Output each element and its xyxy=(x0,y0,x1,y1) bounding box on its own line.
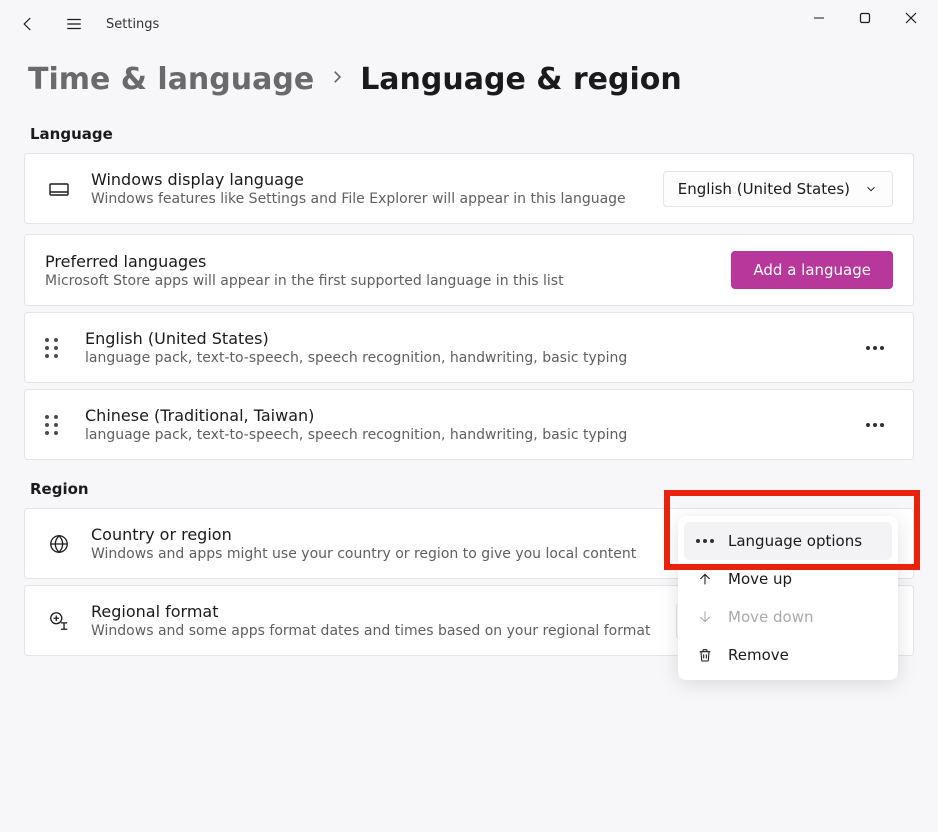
section-label-language: Language xyxy=(0,105,938,153)
display-language-select[interactable]: English (United States) xyxy=(663,171,893,207)
language-item-features: language pack, text-to-speech, speech re… xyxy=(85,427,839,443)
display-language-title: Windows display language xyxy=(91,170,645,189)
menu-item-label: Move down xyxy=(728,608,813,626)
close-button[interactable] xyxy=(888,0,934,36)
language-item-name: Chinese (Traditional, Taiwan) xyxy=(85,406,839,425)
arrow-down-icon xyxy=(696,609,714,625)
drag-handle-icon[interactable] xyxy=(45,415,67,435)
preferred-languages-card: Preferred languages Microsoft Store apps… xyxy=(24,234,914,306)
menu-item-move-up[interactable]: Move up xyxy=(684,560,892,598)
arrow-up-icon xyxy=(696,571,714,587)
globe-icon xyxy=(45,533,73,555)
display-language-desc: Windows features like Settings and File … xyxy=(91,191,645,207)
regional-format-title: Regional format xyxy=(91,602,658,621)
display-language-value: English (United States) xyxy=(678,180,850,198)
monitor-icon xyxy=(45,177,73,201)
back-button[interactable] xyxy=(8,4,48,44)
menu-item-label: Remove xyxy=(728,646,789,664)
more-icon xyxy=(866,346,884,350)
more-icon xyxy=(696,539,714,543)
minimize-button[interactable] xyxy=(796,0,842,36)
breadcrumb: Time & language Language & region xyxy=(0,48,938,105)
section-label-region: Region xyxy=(0,460,938,508)
menu-item-language-options[interactable]: Language options xyxy=(684,522,892,560)
preferred-languages-desc: Microsoft Store apps will appear in the … xyxy=(45,273,713,289)
language-item-name: English (United States) xyxy=(85,329,839,348)
menu-item-label: Language options xyxy=(728,532,862,550)
language-item-more-button[interactable] xyxy=(857,407,893,443)
more-icon xyxy=(866,423,884,427)
language-context-menu: Language options Move up Move down Remov… xyxy=(678,516,898,680)
language-item-features: language pack, text-to-speech, speech re… xyxy=(85,350,839,366)
breadcrumb-parent[interactable]: Time & language xyxy=(28,62,314,97)
maximize-button[interactable] xyxy=(842,0,888,36)
regional-format-desc: Windows and some apps format dates and t… xyxy=(91,623,658,639)
chevron-down-icon xyxy=(864,182,878,196)
app-title: Settings xyxy=(106,17,159,32)
chevron-right-icon xyxy=(328,67,346,92)
breadcrumb-current: Language & region xyxy=(360,62,682,97)
language-item-english[interactable]: English (United States) language pack, t… xyxy=(24,312,914,383)
trash-icon xyxy=(696,647,714,663)
menu-item-move-down: Move down xyxy=(684,598,892,636)
language-item-more-button[interactable] xyxy=(857,330,893,366)
display-language-card: Windows display language Windows feature… xyxy=(24,153,914,224)
translate-icon xyxy=(45,610,73,632)
hamburger-menu-button[interactable] xyxy=(54,4,94,44)
preferred-languages-title: Preferred languages xyxy=(45,252,713,271)
language-item-chinese[interactable]: Chinese (Traditional, Taiwan) language p… xyxy=(24,389,914,460)
add-language-button[interactable]: Add a language xyxy=(731,251,893,289)
menu-item-label: Move up xyxy=(728,570,792,588)
menu-item-remove[interactable]: Remove xyxy=(684,636,892,674)
drag-handle-icon[interactable] xyxy=(45,338,67,358)
